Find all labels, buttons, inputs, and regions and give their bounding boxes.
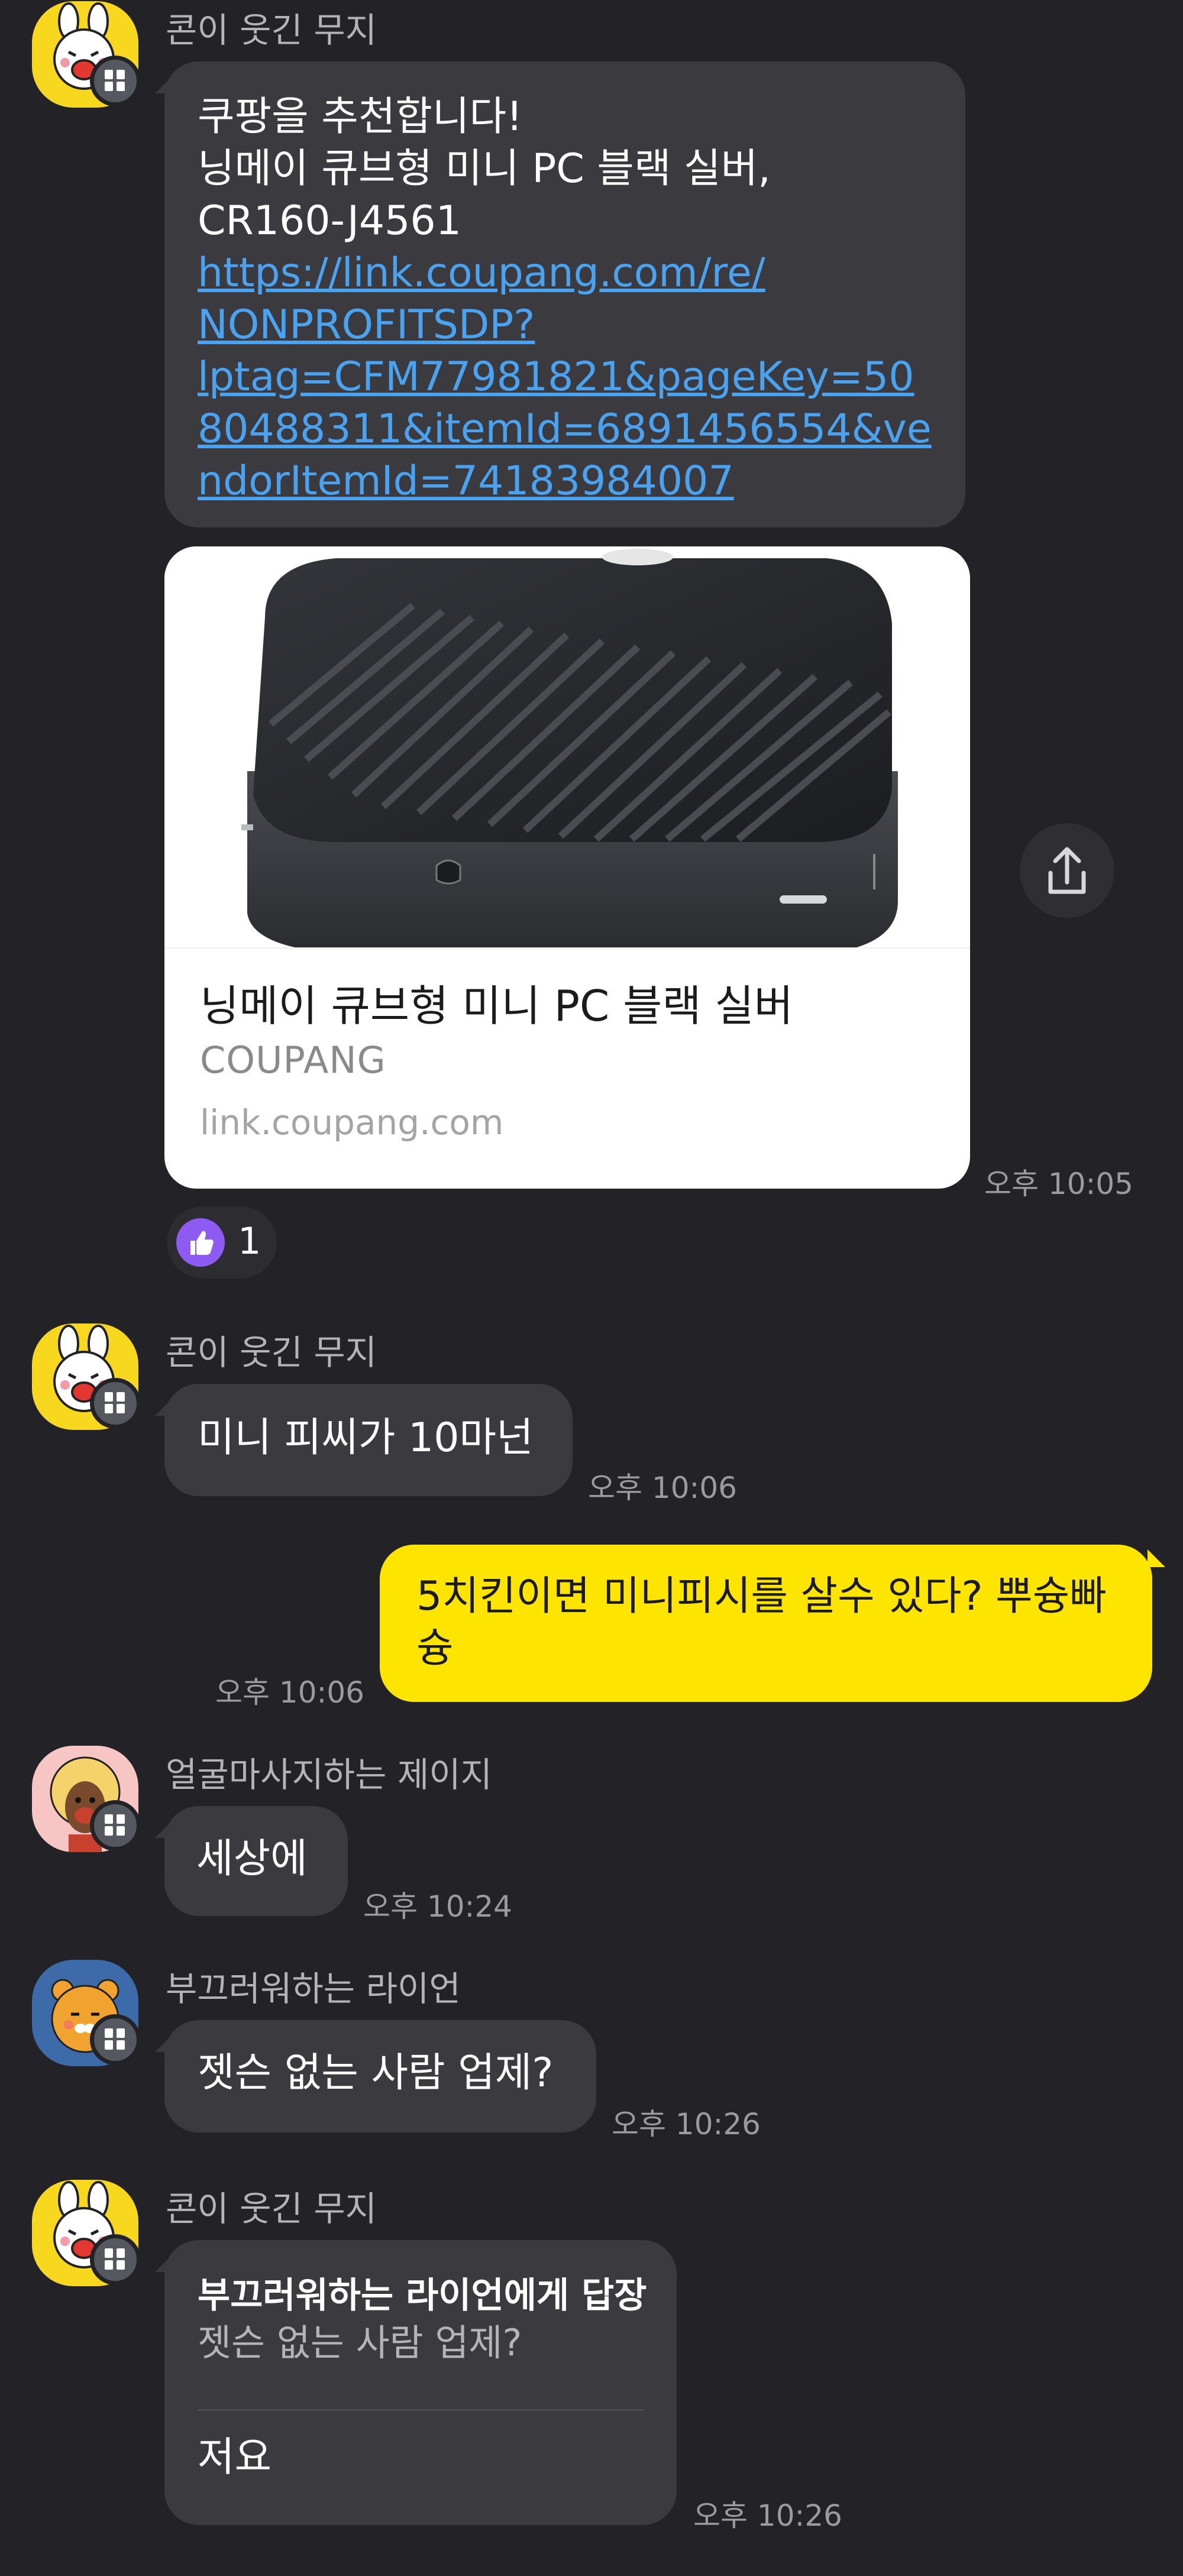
chat-badge-icon <box>90 56 141 106</box>
card-title: 닝메이 큐브형 미니 PC 블랙 실버 <box>200 981 794 1031</box>
product-image <box>164 546 970 954</box>
avatar-ryan[interactable] <box>32 1960 141 2066</box>
chat-badge-icon <box>90 1378 141 1429</box>
message-text: 세상에 <box>196 1836 308 1882</box>
thumbs-up-icon <box>176 1218 225 1267</box>
my-message-bubble[interactable]: 5치킨이면 미니피시를 살수 있다? 뿌슝빠 슝 <box>380 1545 1152 1702</box>
share-button[interactable] <box>1020 823 1114 918</box>
avatar-muzi[interactable] <box>32 2180 141 2286</box>
chat-badge-icon <box>90 2234 141 2285</box>
link-line[interactable]: 80488311&itemId=6891456554&ve <box>198 403 932 455</box>
quoted-message[interactable]: 젯슨 없는 사람 업제? <box>198 2321 522 2365</box>
avatar-muzi[interactable] <box>32 1323 141 1430</box>
card-domain: link.coupang.com <box>200 1102 504 1143</box>
message-time: 오후 10:24 <box>363 1889 512 1924</box>
sender-name: 얼굴마사지하는 제이지 <box>166 1755 493 1795</box>
bubble-tail <box>1148 1549 1165 1567</box>
message-line: 쿠팡을 추천합니다! <box>198 93 523 140</box>
message-bubble[interactable]: 젯슨 없는 사람 업제? <box>164 2020 596 2132</box>
message-time: 오후 10:06 <box>215 1675 364 1710</box>
message-bubble[interactable]: 미니 피씨가 10마넌 <box>164 1384 573 1496</box>
message-time: 오후 10:06 <box>588 1471 737 1505</box>
card-source: COUPANG <box>200 1038 386 1082</box>
chat-badge-icon <box>90 1800 141 1851</box>
avatar-muzi[interactable] <box>32 1 141 108</box>
share-icon <box>1048 847 1086 894</box>
reply-divider <box>198 2409 644 2410</box>
link-line[interactable]: NONPROFITSDP? <box>198 299 932 351</box>
sender-name: 콘이 웃긴 무지 <box>166 2189 377 2229</box>
message-line: CR160-J4561 <box>198 198 461 244</box>
reply-header: 부끄러워하는 라이언에게 답장 <box>198 2275 647 2316</box>
message-bubble[interactable]: 세상에 <box>164 1806 348 1916</box>
avatar-jayg[interactable] <box>32 1746 141 1852</box>
link-preview-card[interactable]: 닝메이 큐브형 미니 PC 블랙 실버 COUPANG link.coupang… <box>164 546 970 1189</box>
link-line[interactable]: ndorItemId=74183984007 <box>198 455 932 507</box>
chat-badge-icon <box>90 2014 141 2065</box>
message-line: 5치킨이면 미니피시를 살수 있다? 뿌슝빠 <box>416 1573 1107 1620</box>
sender-name: 부끄러워하는 라이언 <box>166 1969 461 2009</box>
link-line[interactable]: https://link.coupang.com/re/ <box>198 247 932 299</box>
card-divider <box>164 947 970 949</box>
sender-name: 콘이 웃긴 무지 <box>166 1332 377 1373</box>
sender-name: 콘이 웃긴 무지 <box>166 10 377 50</box>
message-text: 젯슨 없는 사람 업제? <box>198 2050 554 2096</box>
reaction-chip[interactable]: 1 <box>167 1206 277 1279</box>
link-line[interactable]: lptag=CFM77981821&pageKey=50 <box>198 351 932 403</box>
message-time: 오후 10:05 <box>984 1167 1133 1201</box>
message-time: 오후 10:26 <box>612 2107 761 2141</box>
reaction-count: 1 <box>238 1219 261 1263</box>
message-line: 슝 <box>416 1625 454 1672</box>
message-text: 저요 <box>198 2434 272 2481</box>
coupang-link[interactable]: https://link.coupang.com/re/ NONPROFITSD… <box>198 247 932 507</box>
message-time: 오후 10:26 <box>693 2499 842 2533</box>
message-bubble[interactable]: 쿠팡을 추천합니다! 닝메이 큐브형 미니 PC 블랙 실버, CR160-J4… <box>164 62 965 528</box>
message-text: 미니 피씨가 10마넌 <box>198 1415 534 1461</box>
message-line: 닝메이 큐브형 미니 PC 블랙 실버, <box>198 145 771 192</box>
reply-message-bubble[interactable]: 부끄러워하는 라이언에게 답장 젯슨 없는 사람 업제? 저요 <box>164 2240 677 2525</box>
